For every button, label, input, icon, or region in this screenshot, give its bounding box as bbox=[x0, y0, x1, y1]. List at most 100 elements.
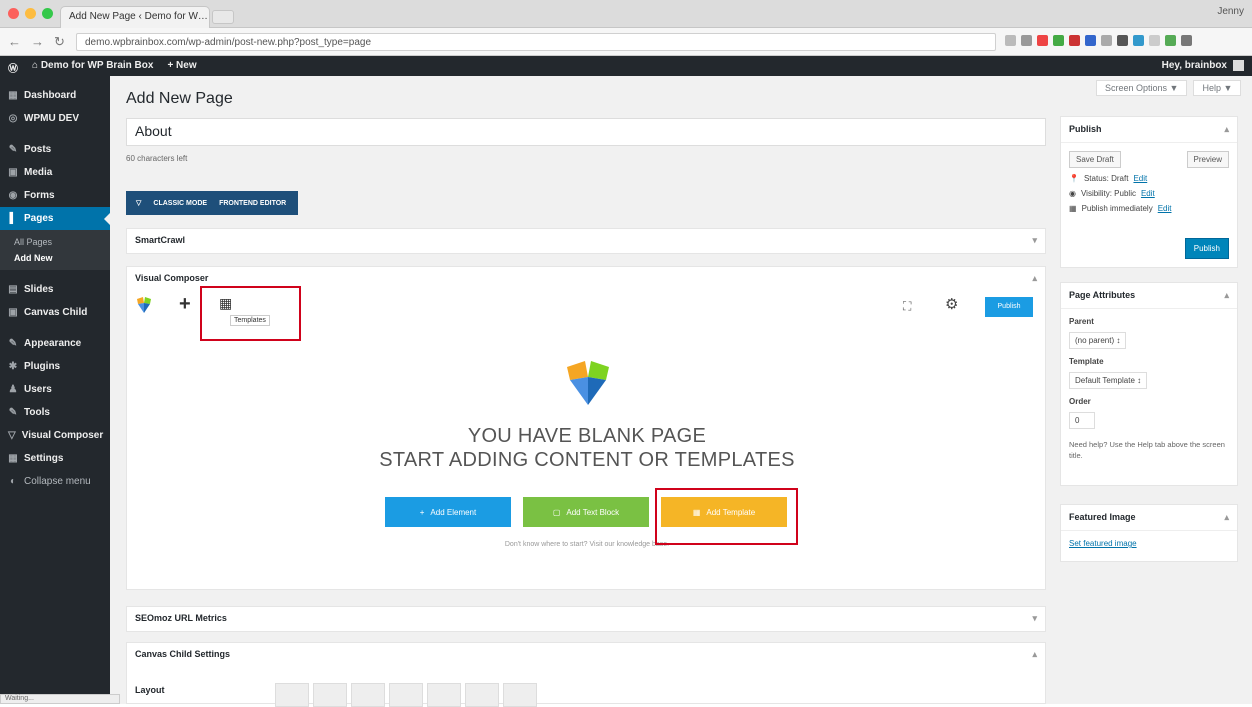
wordpress-logo-icon[interactable]: Ⓦ bbox=[8, 60, 18, 75]
set-featured-image-link[interactable]: Set featured image bbox=[1069, 539, 1137, 548]
canvas-settings-header[interactable]: Canvas Child Settings ▴ bbox=[127, 643, 1045, 667]
toggle-arrow-icon[interactable]: ▾ bbox=[1032, 613, 1037, 624]
close-window-icon[interactable] bbox=[8, 8, 19, 19]
extension-icons bbox=[1005, 35, 1192, 46]
submenu-add-new[interactable]: Add New bbox=[0, 250, 110, 266]
sidebar-item-wpmu-dev[interactable]: ◎ WPMU DEV bbox=[0, 107, 110, 130]
new-content-link[interactable]: + New bbox=[167, 60, 196, 75]
avatar bbox=[1233, 60, 1244, 71]
page-attributes-help: Need help? Use the Help tab above the sc… bbox=[1069, 440, 1225, 460]
extension-icon[interactable] bbox=[1037, 35, 1048, 46]
edit-publish-time-link[interactable]: Edit bbox=[1158, 204, 1172, 213]
preview-button[interactable]: Preview bbox=[1186, 151, 1229, 168]
add-element-plus-icon[interactable]: + bbox=[179, 293, 191, 316]
extension-icon[interactable] bbox=[1053, 35, 1064, 46]
extension-icon[interactable] bbox=[1101, 35, 1112, 46]
fullscreen-icon[interactable]: ⛶ bbox=[903, 299, 911, 314]
sidebar-item-posts[interactable]: ✎ Posts bbox=[0, 138, 110, 161]
order-input[interactable]: 0 bbox=[1069, 412, 1095, 429]
address-bar-row: ← → ↻ demo.wpbrainbox.com/wp-admin/post-… bbox=[0, 28, 1252, 56]
layout-option[interactable] bbox=[313, 683, 347, 707]
url-input[interactable]: demo.wpbrainbox.com/wp-admin/post-new.ph… bbox=[76, 33, 996, 51]
page-attributes-header[interactable]: Page Attributes ▴ bbox=[1061, 283, 1237, 309]
frontend-editor-button[interactable]: FRONTEND EDITOR bbox=[219, 200, 286, 207]
blank-page-subheading: START ADDING CONTENT OR TEMPLATES bbox=[379, 449, 795, 471]
publish-button[interactable]: Publish bbox=[1184, 238, 1229, 259]
toggle-arrow-icon[interactable]: ▴ bbox=[1224, 124, 1229, 135]
screen-options-button[interactable]: Screen Options ▼ bbox=[1096, 80, 1188, 96]
publish-header[interactable]: Publish ▴ bbox=[1061, 117, 1237, 143]
add-text-block-button[interactable]: ▢ Add Text Block bbox=[523, 497, 649, 527]
featured-image-box: Featured Image ▴ Set featured image bbox=[1060, 504, 1238, 562]
sidebar-item-appearance[interactable]: ✎ Appearance bbox=[0, 332, 110, 355]
sidebar-item-canvas-child[interactable]: ▣ Canvas Child bbox=[0, 301, 110, 324]
sidebar-item-plugins[interactable]: ✱ Plugins bbox=[0, 355, 110, 378]
extension-icon[interactable] bbox=[1133, 35, 1144, 46]
layout-option[interactable] bbox=[427, 683, 461, 707]
save-draft-button[interactable]: Save Draft bbox=[1069, 151, 1121, 168]
extension-icon[interactable] bbox=[1165, 35, 1176, 46]
classic-mode-button[interactable]: CLASSIC MODE bbox=[153, 200, 207, 207]
sidebar-item-settings[interactable]: ▦ Settings bbox=[0, 447, 110, 470]
forward-icon[interactable]: → bbox=[31, 34, 44, 50]
toggle-arrow-icon[interactable]: ▴ bbox=[1032, 273, 1037, 284]
extension-icon[interactable] bbox=[1021, 35, 1032, 46]
vc-logo-icon[interactable] bbox=[137, 297, 151, 313]
seomoz-header[interactable]: SEOmoz URL Metrics ▾ bbox=[127, 607, 1045, 631]
maximize-window-icon[interactable] bbox=[42, 8, 53, 19]
extension-icon[interactable] bbox=[1149, 35, 1160, 46]
knowledge-base-hint: Don't know where to start? Visit our kno… bbox=[504, 541, 670, 548]
add-element-button[interactable]: + Add Element bbox=[385, 497, 511, 527]
sidebar-item-dashboard[interactable]: ▦ Dashboard bbox=[0, 84, 110, 107]
edit-visibility-link[interactable]: Edit bbox=[1141, 189, 1155, 198]
menu-icon[interactable] bbox=[1181, 35, 1192, 46]
post-title-input[interactable]: About bbox=[126, 118, 1046, 146]
sidebar-collapse-menu[interactable]: ◐ Collapse menu bbox=[0, 470, 110, 493]
toggle-arrow-icon[interactable]: ▴ bbox=[1224, 512, 1229, 523]
sidebar-item-tools[interactable]: ✎ Tools bbox=[0, 401, 110, 424]
sidebar-item-forms[interactable]: ◉ Forms bbox=[0, 184, 110, 207]
layout-option[interactable] bbox=[389, 683, 423, 707]
help-button[interactable]: Help ▼ bbox=[1193, 80, 1242, 96]
extension-icon[interactable] bbox=[1085, 35, 1096, 46]
template-select[interactable]: Default Template ↕ bbox=[1069, 372, 1148, 389]
vc-publish-button[interactable]: Publish bbox=[985, 297, 1033, 317]
account-menu[interactable]: Hey, brainbox bbox=[1162, 60, 1244, 71]
extension-icon[interactable] bbox=[1069, 35, 1080, 46]
layout-option[interactable] bbox=[351, 683, 385, 707]
layout-option[interactable] bbox=[275, 683, 309, 707]
sidebar-item-users[interactable]: ♟ Users bbox=[0, 378, 110, 401]
featured-image-header[interactable]: Featured Image ▴ bbox=[1061, 505, 1237, 531]
minimize-window-icon[interactable] bbox=[25, 8, 36, 19]
toggle-arrow-icon[interactable]: ▾ bbox=[1032, 235, 1037, 246]
star-icon[interactable] bbox=[1005, 35, 1016, 46]
submenu-all-pages[interactable]: All Pages bbox=[0, 234, 110, 250]
vc-large-logo-icon bbox=[567, 361, 609, 405]
parent-select[interactable]: (no parent) ↕ bbox=[1069, 332, 1127, 349]
layout-option[interactable] bbox=[465, 683, 499, 707]
browser-user[interactable]: Jenny bbox=[1217, 6, 1244, 17]
calendar-icon: ▦ bbox=[1069, 204, 1077, 213]
site-name-link[interactable]: ⌂ Demo for WP Brain Box bbox=[32, 60, 153, 75]
edit-status-link[interactable]: Edit bbox=[1133, 174, 1147, 183]
main-content: Screen Options ▼ Help ▼ Add New Page Abo… bbox=[110, 76, 1252, 707]
gear-icon[interactable]: ⚙ bbox=[945, 295, 958, 313]
sidebar-item-slides[interactable]: ▤ Slides bbox=[0, 278, 110, 301]
new-tab-button[interactable] bbox=[212, 10, 234, 24]
layout-label: Layout bbox=[135, 685, 165, 695]
sidebar-item-media[interactable]: ▣ Media bbox=[0, 161, 110, 184]
sidebar-item-visual-composer[interactable]: ▽ Visual Composer bbox=[0, 424, 110, 447]
browser-tab[interactable]: Add New Page ‹ Demo for W… ✕ bbox=[60, 6, 210, 28]
reload-icon[interactable]: ↻ bbox=[54, 34, 65, 50]
parent-label: Parent bbox=[1069, 317, 1094, 326]
layout-option[interactable] bbox=[503, 683, 537, 707]
extension-icon[interactable] bbox=[1117, 35, 1128, 46]
toggle-arrow-icon[interactable]: ▴ bbox=[1032, 649, 1037, 660]
canvas-icon: ▣ bbox=[8, 307, 18, 318]
back-icon[interactable]: ← bbox=[8, 34, 21, 50]
toggle-arrow-icon[interactable]: ▴ bbox=[1224, 290, 1229, 301]
sidebar-item-pages[interactable]: ▌ Pages bbox=[0, 207, 110, 230]
smartcrawl-header[interactable]: SmartCrawl ▾ bbox=[127, 229, 1045, 253]
seomoz-box: SEOmoz URL Metrics ▾ bbox=[126, 606, 1046, 632]
template-label: Template bbox=[1069, 357, 1104, 366]
